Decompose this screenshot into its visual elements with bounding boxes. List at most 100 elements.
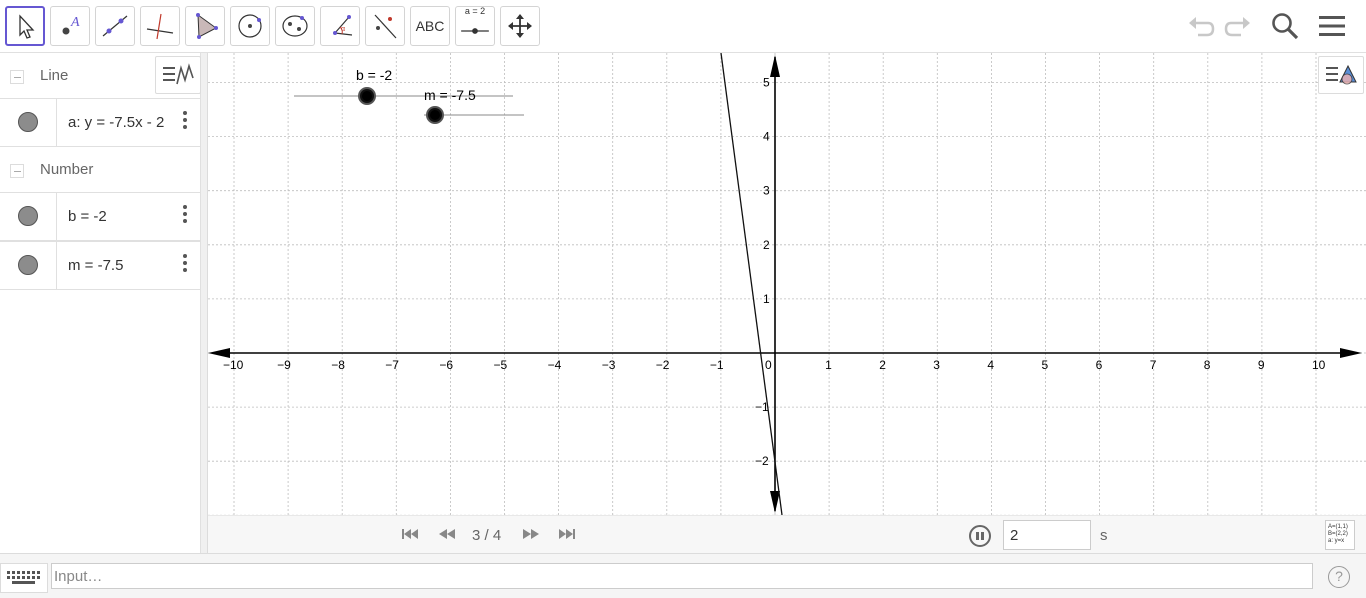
- more-options-icon[interactable]: [183, 205, 189, 225]
- graphics-style-bar-toggle[interactable]: [1318, 56, 1364, 94]
- keyboard-toggle-button[interactable]: [0, 563, 48, 593]
- x-tick-label: 0: [765, 358, 772, 372]
- x-tick-label: −3: [602, 358, 616, 372]
- slide-duration-input[interactable]: [1003, 520, 1091, 550]
- perpendicular-line-icon: [146, 13, 174, 40]
- x-tick-label: 10: [1312, 358, 1326, 372]
- view-splitter[interactable]: [201, 53, 208, 553]
- slider-b[interactable]: b = -2: [294, 67, 513, 105]
- svg-text:A: A: [70, 15, 80, 30]
- category-label: Number: [40, 161, 94, 178]
- help-icon[interactable]: ?: [1328, 566, 1350, 588]
- x-tick-label: −4: [548, 358, 562, 372]
- circle-icon: [238, 14, 262, 38]
- category-number: Number: [0, 147, 200, 193]
- style-bar-icon: [163, 63, 194, 85]
- graphics-canvas[interactable]: −10 −9 −8 −7 −6 −5 −4 −3 −2 −1 0 1 2 3 4 5 6 7 8 9 1054321−1…: [208, 27, 1366, 516]
- slides-playbar: 3 / 4 s A=(1,1) B=(2,2) a: y=x: [208, 515, 1366, 553]
- y-tick-label: 1: [763, 292, 770, 306]
- visibility-marble-icon[interactable]: [18, 112, 38, 132]
- y-tick-label: −2: [755, 454, 769, 468]
- x-tick-label: 3: [933, 358, 940, 372]
- x-tick-label: 2: [879, 358, 886, 372]
- y-tick-label: 2: [763, 238, 770, 252]
- more-options-icon[interactable]: [183, 111, 189, 131]
- visibility-marble-icon[interactable]: [18, 255, 38, 275]
- collapse-line-category-button[interactable]: [10, 70, 24, 84]
- y-tick-label: 3: [763, 184, 770, 198]
- move-arrows-icon: [508, 14, 532, 38]
- more-options-icon[interactable]: [183, 254, 189, 274]
- arrow-cursor-icon: [19, 14, 35, 39]
- visibility-cell: [0, 193, 57, 240]
- reflect-line-icon: [374, 14, 397, 39]
- fast-forward-icon: [523, 529, 539, 539]
- polygon-tool-button[interactable]: [185, 6, 225, 46]
- x-tick-label: 5: [1042, 358, 1049, 372]
- move-graphics-tool-button[interactable]: [500, 6, 540, 46]
- search-icon: [1272, 13, 1299, 40]
- rewind-icon: [439, 529, 455, 539]
- collapse-number-category-button[interactable]: [10, 164, 24, 178]
- search-button[interactable]: [1268, 10, 1302, 42]
- toolbar: A α ABC a = 2: [0, 0, 1366, 53]
- slider-b-label: b = -2: [356, 67, 392, 83]
- input-field[interactable]: [51, 563, 1313, 589]
- pause-button[interactable]: [969, 525, 991, 547]
- line-a[interactable]: [720, 52, 783, 516]
- format-button-label: A=(1,1) B=(2,2) a: y=x: [1328, 524, 1348, 544]
- line-tool-button[interactable]: [95, 6, 135, 46]
- last-slide-button[interactable]: [557, 526, 577, 542]
- point-tool-button[interactable]: A: [50, 6, 90, 46]
- hamburger-menu-icon: [1319, 16, 1345, 36]
- ellipse-tool-button[interactable]: [275, 6, 315, 46]
- reflect-tool-button[interactable]: [365, 6, 405, 46]
- algebra-item-text[interactable]: a: y = -7.5x - 2: [68, 114, 186, 131]
- algebra-style-bar-toggle[interactable]: [155, 56, 201, 94]
- grid: [208, 27, 1366, 516]
- svg-text:α: α: [341, 26, 345, 33]
- x-tick-label: −6: [439, 358, 453, 372]
- undo-button[interactable]: [1184, 10, 1218, 42]
- main-menu-button[interactable]: [1315, 10, 1349, 42]
- x-tick-label: 7: [1150, 358, 1157, 372]
- algebra-item-a[interactable]: a: y = -7.5x - 2: [0, 98, 200, 147]
- x-tick-label: 8: [1204, 358, 1211, 372]
- slider-m[interactable]: m = -7.5: [424, 87, 524, 124]
- slider-m-label: m = -7.5: [424, 87, 476, 103]
- x-tick-label: 1: [825, 358, 832, 372]
- x-tick-label: −2: [656, 358, 670, 372]
- x-tick-label: 9: [1258, 358, 1265, 372]
- redo-icon: [1224, 17, 1250, 37]
- perpendicular-line-tool-button[interactable]: [140, 6, 180, 46]
- algebra-item-b[interactable]: b = -2: [0, 192, 200, 241]
- y-axis-bottom-arrow-icon: [770, 491, 780, 513]
- graphics-style-icon: [1326, 64, 1357, 85]
- move-tool-button[interactable]: [5, 6, 45, 46]
- skip-to-end-icon: [559, 529, 575, 539]
- x-tick-label: −8: [331, 358, 345, 372]
- algebra-item-text[interactable]: b = -2: [68, 208, 186, 225]
- slider-tool-icon: a = 2: [460, 6, 490, 46]
- previous-slide-button[interactable]: [437, 526, 457, 542]
- angle-icon: α: [333, 15, 353, 36]
- skip-to-start-icon: [402, 529, 418, 539]
- point-icon: A: [62, 15, 80, 35]
- visibility-marble-icon[interactable]: [18, 206, 38, 226]
- keyboard-icon: [7, 571, 40, 584]
- redo-button[interactable]: [1221, 10, 1255, 42]
- algebra-item-m[interactable]: m = -7.5: [0, 241, 200, 290]
- algebra-item-text[interactable]: m = -7.5: [68, 257, 186, 274]
- first-slide-button[interactable]: [400, 526, 420, 542]
- graphics-view[interactable]: −10 −9 −8 −7 −6 −5 −4 −3 −2 −1 0 1 2 3 4 5 6 7 8 9 10 5 4 3 2 1 −1…: [208, 27, 1366, 516]
- text-tool-button[interactable]: ABC: [410, 6, 450, 46]
- angle-tool-button[interactable]: α: [320, 6, 360, 46]
- next-slide-button[interactable]: [521, 526, 541, 542]
- algebra-view: Line a: y = -7.5x - 2 Number b = -2 m = …: [0, 53, 201, 553]
- undo-icon: [1189, 17, 1215, 37]
- circle-tool-button[interactable]: [230, 6, 270, 46]
- algebra-description-toggle-button[interactable]: A=(1,1) B=(2,2) a: y=x: [1325, 520, 1355, 550]
- text-tool-label: ABC: [415, 18, 445, 34]
- slider-tool-button[interactable]: a = 2: [455, 6, 495, 46]
- ellipse-icon: [282, 15, 308, 37]
